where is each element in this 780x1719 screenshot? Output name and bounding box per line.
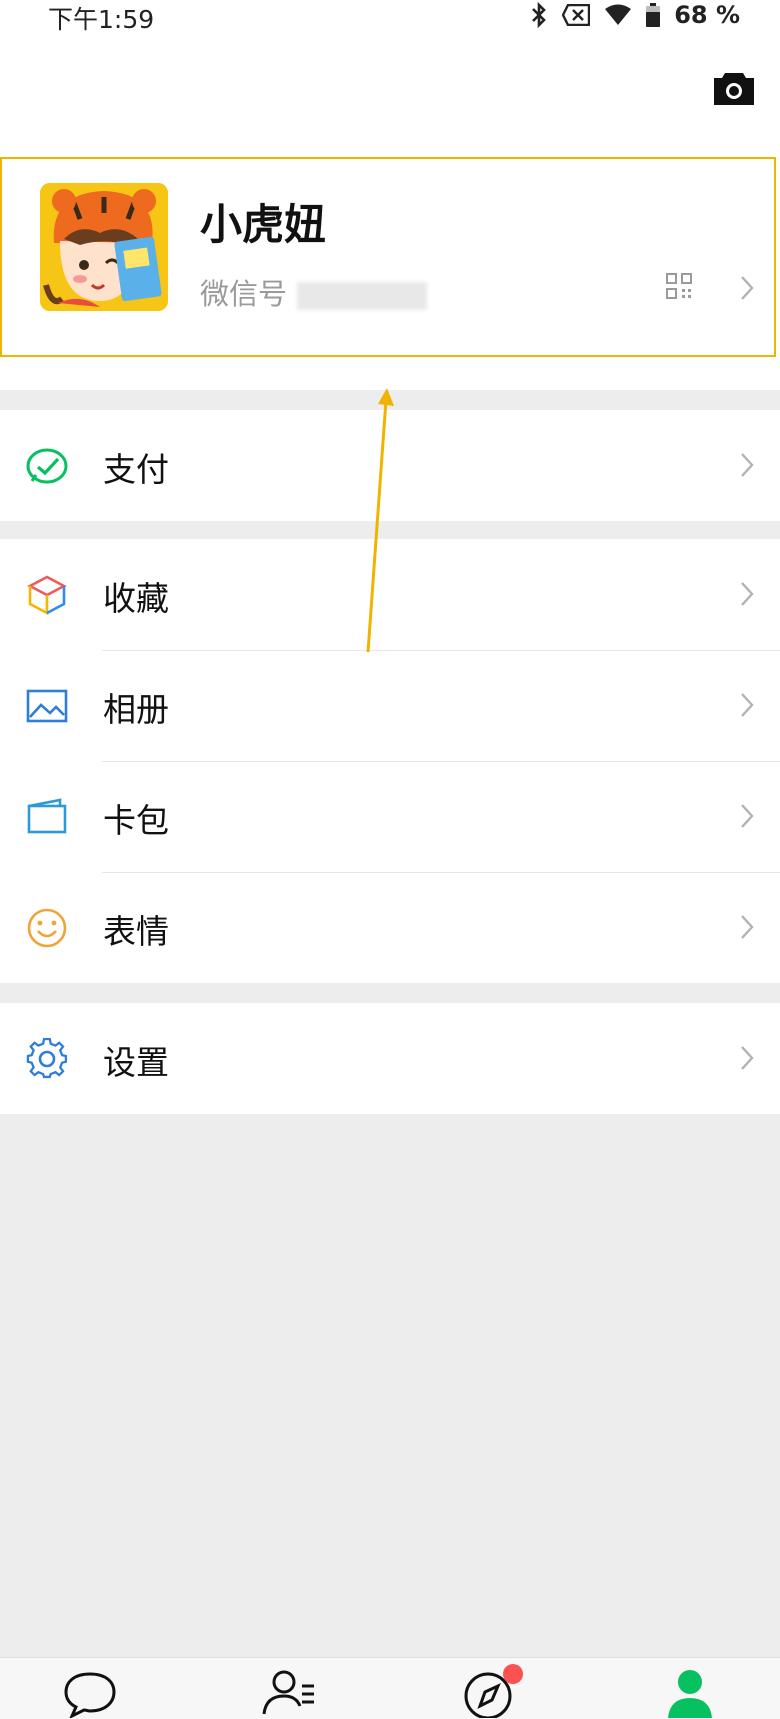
status-bar: 下午1:59 68 % [0,0,780,34]
menu-item-settings[interactable]: 设置 [0,1003,780,1114]
gear-icon [26,1038,68,1079]
bluetooth-icon [532,2,547,28]
qrcode-icon[interactable] [666,273,692,299]
menu-label-pay: 支付 [103,450,169,489]
menu-label-favorites: 收藏 [103,579,169,618]
chevron-right-icon [741,276,754,300]
card-wallet-icon [27,798,67,834]
bottom-tab-bar [0,1657,780,1719]
chevron-right-icon [741,915,754,939]
wechat-id-redacted [297,282,428,310]
menu-group-pay: 支付 [0,410,780,521]
wifi-icon [605,4,632,25]
battery-icon [646,3,661,27]
menu-group-settings: 设置 [0,1003,780,1114]
contacts-icon[interactable] [260,1666,320,1718]
menu-item-favorites[interactable]: 收藏 [0,539,780,650]
status-icons: 68 % [530,0,740,30]
chevron-right-icon [741,804,754,828]
menu-group-main: 收藏 相册 卡包 表情 [0,539,780,983]
avatar[interactable] [40,183,168,311]
wechat-id-label: 微信号 [200,277,288,311]
no-sim-icon [562,4,591,26]
menu-item-pay[interactable]: 支付 [0,410,780,521]
me-icon[interactable] [660,1666,720,1718]
album-image-icon [26,689,68,723]
chat-icon[interactable] [60,1666,120,1718]
avatar-illustration [40,183,168,311]
menu-label-cards: 卡包 [103,801,169,840]
wallet-check-icon [26,448,68,484]
chevron-right-icon [741,693,754,717]
nickname: 小虎妞 [200,200,327,249]
chevron-right-icon [741,453,754,477]
menu-item-stickers[interactable]: 表情 [0,872,780,983]
menu-label-album: 相册 [103,690,169,729]
menu-item-cards[interactable]: 卡包 [0,761,780,872]
profile-card[interactable]: 小虎妞 微信号 [0,157,776,357]
status-time: 下午1:59 [48,5,155,34]
battery-percent: 68 % [674,1,740,29]
camera-icon[interactable] [712,69,756,107]
chevron-right-icon [741,582,754,606]
menu-label-settings: 设置 [103,1043,169,1082]
wechat-id: 微信号 [200,271,428,313]
smiley-face-icon [27,908,67,948]
discover-badge [503,1664,523,1684]
menu-label-stickers: 表情 [103,912,169,951]
chevron-right-icon [741,1046,754,1070]
favorites-cube-icon [27,575,67,616]
menu-item-album[interactable]: 相册 [0,650,780,761]
